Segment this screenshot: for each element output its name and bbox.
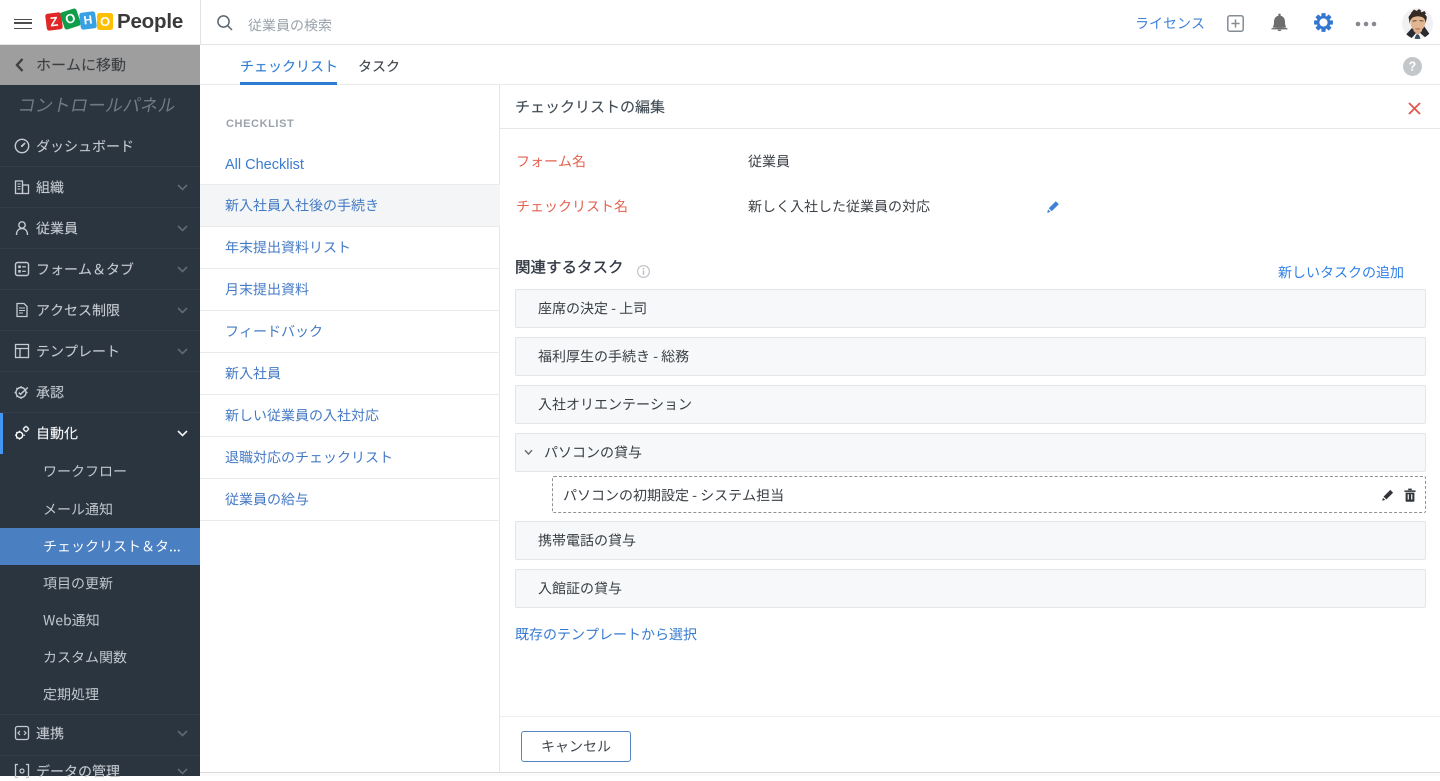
svg-text:?: ? <box>1409 60 1417 74</box>
